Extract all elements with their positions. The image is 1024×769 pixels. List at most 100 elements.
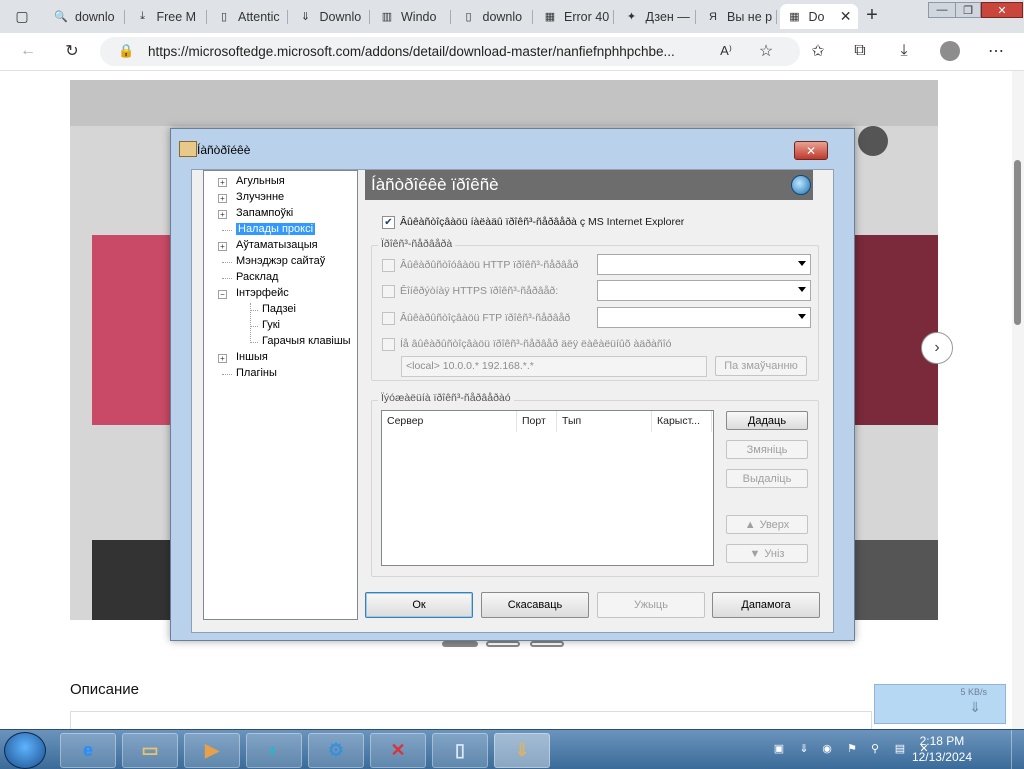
column-header[interactable]: Тып [557, 411, 652, 432]
taskbar-app-button[interactable]: ⚙ [308, 733, 364, 768]
taskbar-app-button[interactable]: ▭ [122, 733, 178, 768]
https-proxy-checkbox[interactable] [382, 285, 395, 298]
browser-tab-strip: ▢ 🔍 downlo ⤓ Free M ▯ Attentic ⇓ Downlo ▥ Windo ▯ d… [0, 0, 1024, 33]
ftp-proxy-select[interactable] [597, 307, 811, 328]
tree-item[interactable]: Злучэнне [236, 191, 284, 203]
move-up-button[interactable]: ▲ Уверх [726, 515, 808, 534]
https-proxy-select[interactable] [597, 280, 811, 301]
tree-item[interactable]: Агульныя [236, 175, 285, 187]
browser-tab[interactable]: 🔍 downlo [46, 4, 124, 29]
bypass-local-checkbox[interactable] [382, 338, 395, 351]
download-notification[interactable]: 5 KB/s ⇓ [874, 684, 1006, 724]
browser-tab[interactable]: ▯ Attentic [209, 4, 287, 29]
browser-tab[interactable]: ⇓ Downlo [291, 4, 369, 29]
carousel-dot[interactable] [442, 641, 478, 647]
taskbar-app-button[interactable]: ⇓ [494, 733, 550, 768]
download-master-icon [179, 141, 197, 157]
tree-item[interactable]: Налады проксі [236, 223, 316, 235]
delete-button[interactable]: Выдаліць [726, 469, 808, 488]
back-arrow-icon[interactable]: ← [14, 39, 42, 63]
browser-tab[interactable]: ▥ Windo [372, 4, 450, 29]
ok-button[interactable]: Ок [365, 592, 473, 618]
read-aloud-icon[interactable]: A⁾ [712, 39, 740, 63]
expand-icon[interactable]: + [218, 210, 227, 219]
tree-item[interactable]: Мэнэджэр сайтаў [236, 255, 325, 267]
book-icon: ▥ [381, 11, 393, 23]
expand-icon[interactable]: + [218, 194, 227, 203]
expand-icon[interactable]: + [218, 242, 227, 251]
taskbar-app-button[interactable]: ✕ [370, 733, 426, 768]
download-master-tray-icon[interactable]: ⇓ [797, 742, 811, 756]
collections-icon[interactable]: ⧉ [846, 39, 874, 63]
ftp-proxy-checkbox[interactable] [382, 312, 395, 325]
tree-item[interactable]: Гарачыя клавішы [262, 335, 351, 347]
taskbar-app-button[interactable]: ▯ [432, 733, 488, 768]
proxy-list[interactable]: Сервер Порт Тып Карыст... [381, 410, 714, 566]
column-header[interactable]: Карыст... [652, 411, 712, 432]
tree-item[interactable]: Запампоўкі [236, 207, 293, 219]
refresh-icon[interactable]: ↻ [58, 39, 86, 63]
tree-item[interactable]: Аўтаматызацыя [236, 239, 318, 251]
help-button[interactable]: Дапамога [712, 592, 820, 618]
use-ie-proxy-checkbox[interactable]: ✔ [382, 216, 395, 229]
expand-icon[interactable]: + [218, 354, 227, 363]
taskbar-app-button[interactable]: e [60, 733, 116, 768]
tab-actions-icon[interactable]: ▢ [8, 4, 36, 28]
network-icon[interactable]: ▣ [772, 742, 786, 756]
tree-item[interactable]: Расклад [236, 271, 278, 283]
default-button[interactable]: Па змаўчанню [715, 356, 807, 376]
minimize-button[interactable]: — [928, 2, 956, 18]
show-desktop-button[interactable] [1011, 730, 1024, 769]
browser-tab[interactable]: ▦ Do ✕ [779, 4, 858, 29]
apply-button[interactable]: Ужыць [597, 592, 705, 618]
dialog-close-button[interactable]: ✕ [794, 141, 828, 160]
favorites-icon[interactable]: ✩ [804, 39, 832, 63]
settings-more-icon[interactable]: ⋯ [982, 39, 1010, 63]
column-header[interactable]: Сервер [382, 411, 517, 432]
window-close-button[interactable]: ✕ [981, 2, 1023, 18]
clock[interactable]: 2:18 PM 12/13/2024 [912, 733, 972, 765]
browser-tab[interactable]: Я Вы не р [698, 4, 776, 29]
tab-label: Downlo [319, 9, 362, 24]
tab-separator [694, 10, 696, 24]
carousel-next-button[interactable]: › [921, 332, 953, 364]
taskbar-app-button[interactable]: ◐ [246, 733, 302, 768]
edit-button[interactable]: Змяніць [726, 440, 808, 459]
scrollbar-thumb[interactable] [1014, 160, 1021, 325]
search-tray-icon[interactable]: ⚲ [868, 742, 882, 756]
add-button[interactable]: Дадаць [726, 411, 808, 430]
taskbar-app-button[interactable]: ▶ [184, 733, 240, 768]
tree-item[interactable]: Падзеі [262, 303, 296, 315]
tree-item[interactable]: Плагіны [236, 367, 277, 379]
collapse-icon[interactable]: − [218, 290, 227, 299]
browser-tab[interactable]: ⤓ Free M [128, 4, 206, 29]
address-bar[interactable]: 🔒 https://microsoftedge.microsoft.com/ad… [100, 37, 800, 66]
display-icon[interactable]: ▤ [893, 742, 907, 756]
carousel-dot[interactable] [486, 641, 520, 647]
profile-avatar[interactable] [936, 39, 964, 63]
tree-item[interactable]: Гукі [262, 319, 280, 331]
bypass-list-input[interactable]: <local> 10.0.0.* 192.168.*.* [401, 356, 707, 377]
browser-tab[interactable]: ▦ Error 40 [535, 4, 613, 29]
arrow-up-icon: ▲ [744, 518, 756, 531]
column-header[interactable]: Порт [517, 411, 557, 432]
tree-item[interactable]: Інтэрфейс [236, 287, 289, 299]
add-favorite-icon[interactable]: ☆ [752, 39, 780, 63]
browser-tab[interactable]: ▯ downlo [454, 4, 532, 29]
browser-tab[interactable]: ✦ Дзен — [617, 4, 695, 29]
expand-icon[interactable]: + [218, 178, 227, 187]
restore-button[interactable]: ❐ [955, 2, 981, 18]
cancel-button[interactable]: Скасаваць [481, 592, 589, 618]
settings-tree[interactable]: + Агульныя + Злучэнне + Запампоўкі Налады прок… [203, 170, 358, 620]
new-tab-button[interactable]: + [858, 3, 886, 27]
http-proxy-checkbox[interactable] [382, 259, 395, 272]
carousel-dot[interactable] [530, 641, 564, 647]
http-proxy-select[interactable] [597, 254, 811, 275]
ball-icon[interactable]: ◉ [820, 742, 834, 756]
flag-icon[interactable]: ⚑ [845, 742, 859, 756]
move-down-button[interactable]: ▼ Уніз [726, 544, 808, 563]
downloads-icon[interactable]: ⤓ [890, 39, 918, 63]
start-button[interactable] [4, 732, 46, 769]
tree-item[interactable]: Іншыя [236, 351, 268, 363]
tab-close-icon[interactable]: ✕ [840, 8, 852, 25]
